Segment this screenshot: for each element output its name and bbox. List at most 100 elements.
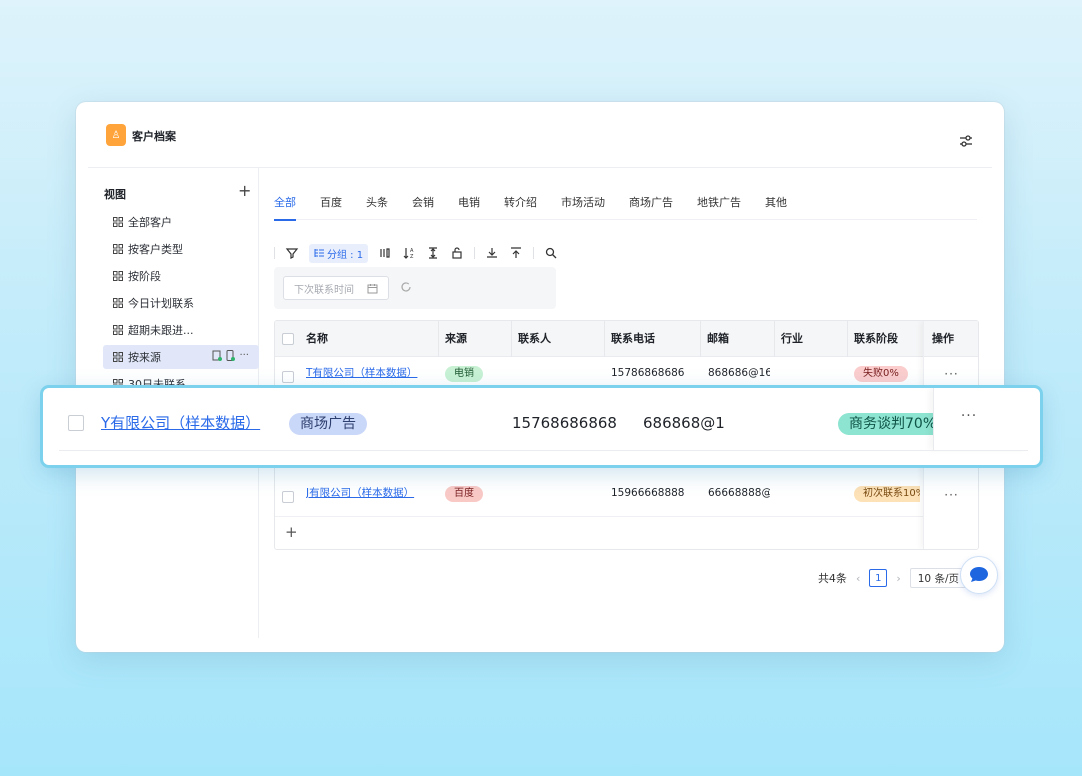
column-header-stage[interactable]: 联系阶段 <box>848 321 925 357</box>
sidebar-item-all-customers[interactable]: 全部客户 <box>103 210 259 234</box>
sidebar-item-by-type[interactable]: 按客户类型 <box>103 237 259 261</box>
calendar-icon <box>367 284 378 294</box>
tab-toutiao[interactable]: 头条 <box>366 194 388 220</box>
customer-name-link[interactable]: Y有限公司（样本数据） <box>101 388 271 458</box>
highlighted-table-row[interactable]: Y有限公司（样本数据） 商场广告 15768686868 686868@16 商… <box>40 385 1043 468</box>
grid-icon <box>113 352 123 362</box>
source-tag: 商场广告 <box>289 413 367 435</box>
divider <box>59 450 1028 451</box>
table-row[interactable]: J有限公司（样本数据） 百度 15966668888 66668888@ 初次联… <box>275 485 978 517</box>
tab-referral[interactable]: 转介绍 <box>504 194 537 220</box>
copy-icon[interactable] <box>212 350 223 361</box>
ops-column: ··· <box>933 388 1028 450</box>
email-cell: 66668888@ <box>708 487 770 499</box>
upload-icon[interactable] <box>509 246 523 260</box>
tab-dianxiao[interactable]: 电销 <box>458 194 480 220</box>
sidebar-item-label: 按客户类型 <box>128 243 183 256</box>
sidebar-item-label: 按来源 <box>128 351 161 364</box>
grid-icon <box>113 244 123 254</box>
sort-icon[interactable]: AZ <box>402 246 416 260</box>
mobile-icon[interactable] <box>226 350 236 361</box>
sidebar-item-overdue[interactable]: 超期未跟进... <box>103 318 259 342</box>
table-toolbar: 分组 : 1 AZ <box>274 243 558 263</box>
divider <box>533 247 535 259</box>
columns-icon[interactable] <box>378 246 392 260</box>
stage-tag: 初次联系10% <box>854 486 920 502</box>
filter-panel: 下次联系时间 <box>274 267 556 309</box>
sidebar-item-by-stage[interactable]: 按阶段 <box>103 264 259 288</box>
divider <box>474 247 476 259</box>
row-more-icon[interactable]: ··· <box>934 408 1004 424</box>
stage-cell: 商务谈判70% <box>838 388 938 458</box>
source-tag: 百度 <box>445 486 483 502</box>
phone-cell: 15966668888 <box>611 487 685 499</box>
view-item-tools: ··· <box>212 350 249 361</box>
svg-text:Z: Z <box>410 254 414 260</box>
app-window: ♙ 客户档案 视图 + 全部客户 按客户类型 按阶段 今日计划联系 超期未跟进.… <box>76 102 1004 652</box>
total-count: 共4条 <box>817 572 847 585</box>
tab-subway-ads[interactable]: 地铁广告 <box>697 194 741 220</box>
more-icon[interactable]: ··· <box>239 350 249 361</box>
prev-page-icon[interactable]: ‹ <box>856 572 860 585</box>
sidebar-title: 视图 <box>104 188 126 201</box>
refresh-icon[interactable] <box>400 281 412 293</box>
source-tag: 电销 <box>445 366 483 382</box>
tab-mall-ads[interactable]: 商场广告 <box>629 194 673 220</box>
page-size-select[interactable]: 10 条/页 <box>909 568 967 588</box>
column-header-industry[interactable]: 行业 <box>775 321 848 357</box>
tab-other[interactable]: 其他 <box>765 194 787 220</box>
sidebar-item-today-plan[interactable]: 今日计划联系 <box>103 291 259 315</box>
sidebar-item-label: 超期未跟进... <box>128 324 194 337</box>
stage-tag: 失败0% <box>854 366 908 382</box>
stage-tag: 商务谈判70% <box>838 413 938 435</box>
row-checkbox[interactable] <box>68 415 84 431</box>
group-icon <box>314 249 324 257</box>
tab-marketing[interactable]: 市场活动 <box>561 194 605 220</box>
phone-cell: 15768686868 <box>512 414 617 432</box>
tab-huixiao[interactable]: 会销 <box>412 194 434 220</box>
column-header-phone[interactable]: 联系电话 <box>605 321 701 357</box>
search-icon[interactable] <box>544 246 558 260</box>
top-bar: ♙ 客户档案 <box>88 114 992 168</box>
select-all-checkbox[interactable] <box>282 333 294 345</box>
grid-icon <box>113 298 123 308</box>
column-header-ops: 操作 <box>924 321 978 357</box>
column-header-name[interactable]: 名称 <box>300 321 439 357</box>
customer-name-link[interactable]: J有限公司（样本数据） <box>306 477 436 509</box>
row-height-icon[interactable] <box>426 246 440 260</box>
sidebar-item-by-source[interactable]: 按来源 ··· <box>103 345 259 369</box>
next-contact-date-input[interactable]: 下次联系时间 <box>283 276 389 300</box>
app-content: ♙ 客户档案 视图 + 全部客户 按客户类型 按阶段 今日计划联系 超期未跟进.… <box>88 114 992 638</box>
unlock-icon[interactable] <box>450 246 464 260</box>
group-button[interactable]: 分组 : 1 <box>309 243 369 263</box>
tab-all[interactable]: 全部 <box>274 194 296 221</box>
stage-cell: 初次联系10% <box>854 477 920 509</box>
sidebar-item-label: 全部客户 <box>128 216 172 229</box>
row-checkbox[interactable] <box>282 371 294 383</box>
next-page-icon[interactable]: › <box>896 572 900 585</box>
filter-icon[interactable] <box>285 246 299 260</box>
page-1-button[interactable]: 1 <box>869 569 888 587</box>
date-placeholder: 下次联系时间 <box>294 284 354 296</box>
row-checkbox[interactable] <box>282 491 294 503</box>
pagination: 共4条 ‹ 1 › 10 条/页 <box>818 568 967 588</box>
sidebar-item-label: 按阶段 <box>128 270 161 283</box>
download-icon[interactable] <box>485 246 499 260</box>
row-more-icon[interactable]: ··· <box>924 367 978 381</box>
email-cell: 686868@16 <box>643 414 725 432</box>
add-view-button[interactable]: + <box>238 181 251 200</box>
sliders-icon[interactable] <box>958 134 974 148</box>
tab-baidu[interactable]: 百度 <box>320 194 342 220</box>
column-header-email[interactable]: 邮箱 <box>701 321 775 357</box>
column-header-contact[interactable]: 联系人 <box>512 321 605 357</box>
table-header: 名称 来源 联系人 联系电话 邮箱 行业 联系阶段 <box>275 321 978 357</box>
chat-support-button[interactable] <box>960 556 998 594</box>
grid-icon <box>113 271 123 281</box>
grid-icon <box>113 325 123 335</box>
row-more-icon[interactable]: ··· <box>924 488 978 502</box>
app-logo-icon: ♙ <box>106 124 126 146</box>
source-cell: 商场广告 <box>289 388 367 458</box>
add-row-button[interactable]: + <box>285 523 298 541</box>
column-header-source[interactable]: 来源 <box>439 321 512 357</box>
chat-bubble-icon <box>970 567 988 582</box>
